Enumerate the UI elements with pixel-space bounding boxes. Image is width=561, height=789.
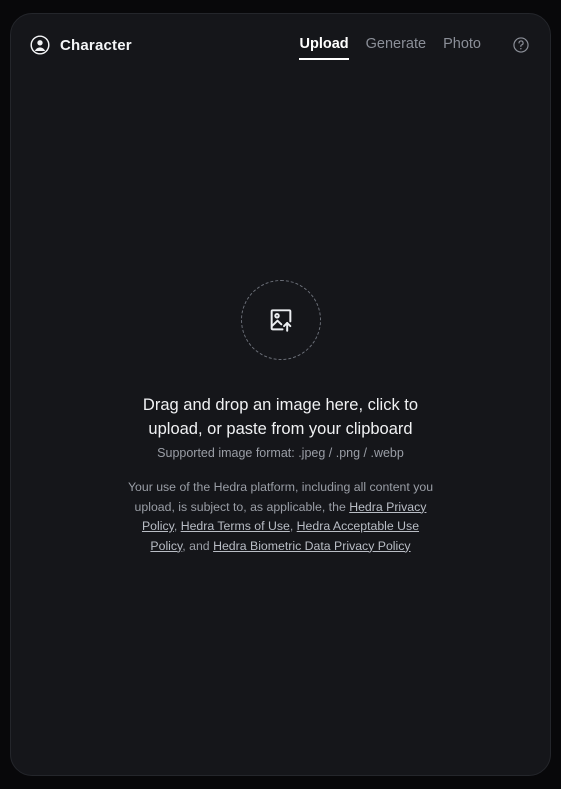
image-upload-icon [267,306,295,334]
help-circle-icon[interactable] [512,36,530,54]
legal-disclaimer: Your use of the Hedra platform, includin… [127,478,435,556]
legal-separator-1: , [173,519,181,533]
tab-upload[interactable]: Upload [299,36,349,60]
legal-separator-3: , and [182,538,214,553]
dropzone-circle [240,280,321,360]
character-panel: Character Upload Generate Photo Drag and… [10,13,551,776]
brand: Character [29,34,132,56]
supported-formats-text: Supported image format: .jpeg / .png / .… [157,446,404,460]
account-circle-icon [29,34,51,56]
tab-generate[interactable]: Generate [366,36,426,55]
image-dropzone[interactable]: Drag and drop an image here, click to up… [11,76,550,775]
tab-photo[interactable]: Photo [443,36,481,55]
page-title: Character [60,36,132,54]
link-biometric-data-privacy-policy[interactable]: Hedra Biometric Data Privacy Policy [213,539,411,553]
nav-tabs: Upload Generate Photo [299,36,530,60]
link-terms-of-use[interactable]: Hedra Terms of Use [181,519,290,533]
panel-header: Character Upload Generate Photo [11,14,550,76]
legal-separator-2: , [289,519,297,533]
dropzone-headline: Drag and drop an image here, click to up… [142,396,419,438]
